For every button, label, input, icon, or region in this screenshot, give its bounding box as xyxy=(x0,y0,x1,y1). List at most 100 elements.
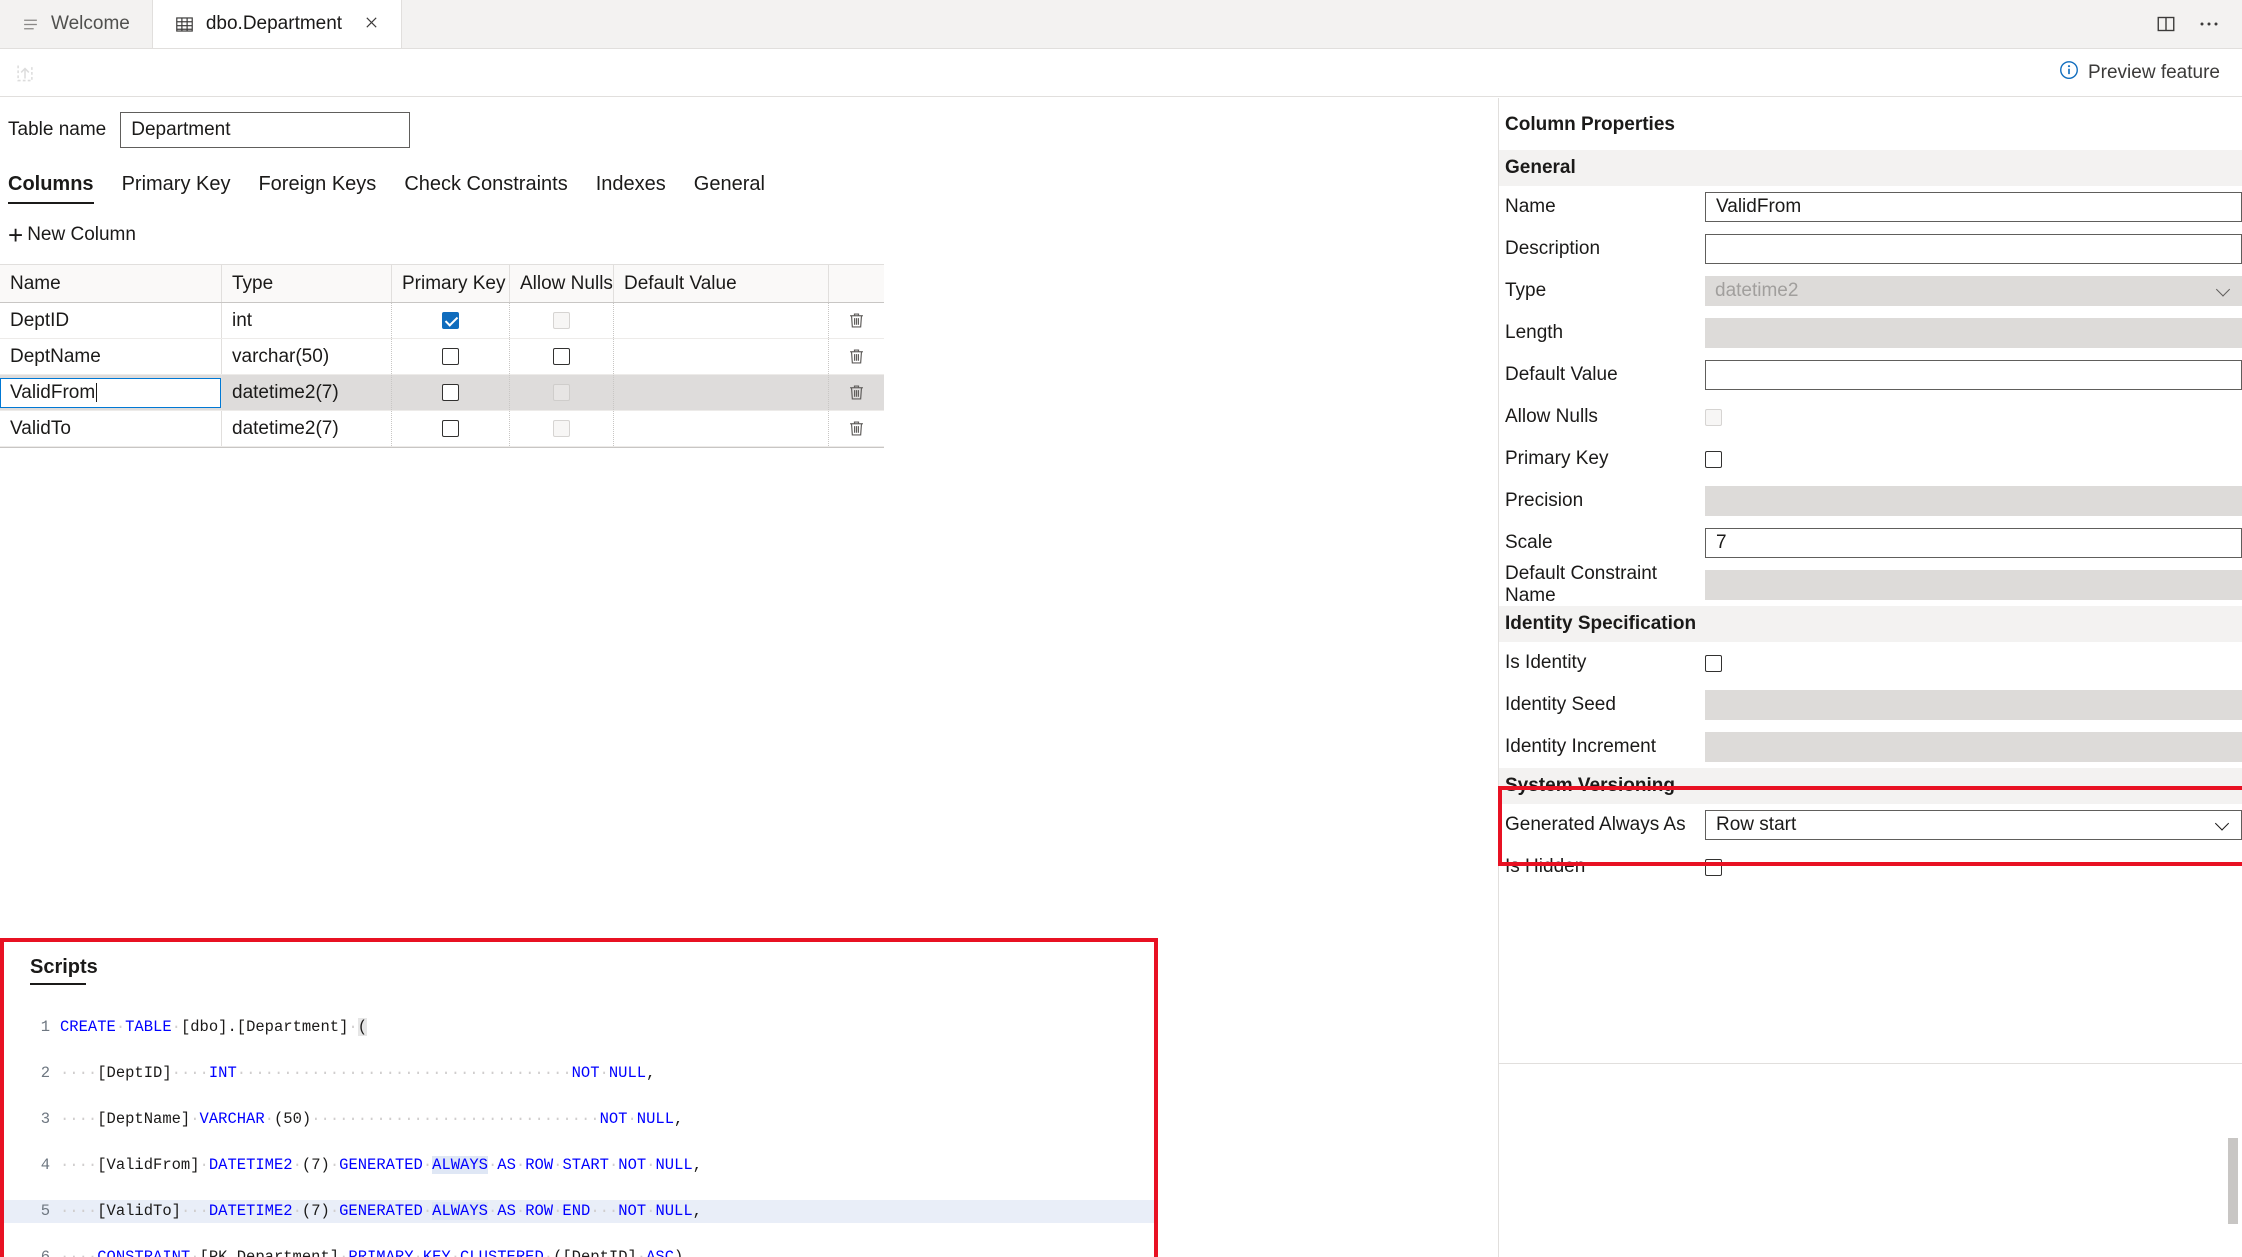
cell-column-type[interactable]: datetime2(7) xyxy=(222,375,392,410)
property-row-type: Type datetime2 xyxy=(1499,270,2242,312)
property-row-precision: Precision xyxy=(1499,480,2242,522)
primary-key-checkbox[interactable] xyxy=(1705,450,1722,468)
property-row-default-constraint-name: Default Constraint Name xyxy=(1499,563,2242,606)
property-row-name: Name ValidFrom xyxy=(1499,186,2242,228)
publish-changes-icon[interactable] xyxy=(14,62,36,84)
property-label: Identity Seed xyxy=(1505,694,1616,715)
column-name-editor[interactable]: ValidFrom xyxy=(0,377,221,408)
table-name-label: Table name xyxy=(8,119,107,140)
designer-toolbar: Preview feature xyxy=(0,49,2242,97)
column-header-default-value[interactable]: Default Value xyxy=(614,265,829,302)
property-row-is-identity: Is Identity xyxy=(1499,642,2242,684)
property-row-is-hidden: Is Hidden xyxy=(1499,846,2242,888)
cell-delete[interactable] xyxy=(829,411,884,446)
cell-column-type[interactable]: datetime2(7) xyxy=(222,411,392,446)
cell-column-name[interactable]: ValidTo xyxy=(0,411,222,446)
property-label: Length xyxy=(1505,322,1564,343)
tab-general[interactable]: General xyxy=(694,173,779,204)
property-row-scale: Scale 7 xyxy=(1499,522,2242,564)
property-label: Default Value xyxy=(1505,364,1618,385)
cell-default-value[interactable] xyxy=(614,375,829,410)
scripts-code[interactable]: 1 CREATE·TABLE·[dbo].[Department]·( 2 ····… xyxy=(4,985,1154,1257)
cell-delete[interactable] xyxy=(829,375,884,410)
line-number: 1 xyxy=(40,1018,50,1036)
tab-indexes[interactable]: Indexes xyxy=(596,173,680,204)
columns-grid-header: Name Type Primary Key Allow Nulls Defaul… xyxy=(0,265,884,303)
cell-allow-nulls[interactable] xyxy=(510,339,614,374)
primary-key-checkbox[interactable] xyxy=(442,384,459,401)
generated-always-as-select[interactable]: Row start xyxy=(1705,810,2242,840)
plus-icon: + xyxy=(8,220,24,250)
tab-check-constraints[interactable]: Check Constraints xyxy=(404,173,581,204)
tab-bar-spacer xyxy=(402,0,2156,48)
is-identity-checkbox[interactable] xyxy=(1705,654,1722,672)
split-editor-icon[interactable] xyxy=(2156,14,2176,34)
identity-increment-field xyxy=(1705,732,2242,762)
property-label: Identity Increment xyxy=(1505,736,1657,757)
cell-primary-key[interactable] xyxy=(392,375,510,410)
property-label: Type xyxy=(1505,280,1547,301)
primary-key-checkbox[interactable] xyxy=(442,312,459,329)
cell-column-name[interactable]: DeptID xyxy=(0,303,222,338)
tab-label: General xyxy=(693,173,765,195)
cell-primary-key[interactable] xyxy=(392,303,510,338)
description-field[interactable] xyxy=(1705,234,2242,264)
primary-key-checkbox[interactable] xyxy=(442,420,459,437)
scale-field[interactable]: 7 xyxy=(1705,528,2242,558)
tab-welcome[interactable]: Welcome xyxy=(0,0,152,48)
designer-tab-strip: Columns Primary Key Foreign Keys Check C… xyxy=(0,164,1498,204)
new-column-button[interactable]: + New Column xyxy=(8,222,136,248)
trash-icon[interactable] xyxy=(847,419,866,438)
allow-nulls-checkbox[interactable] xyxy=(553,348,570,365)
table-row[interactable]: ValidTo datetime2(7) xyxy=(0,411,884,447)
primary-key-checkbox[interactable] xyxy=(442,348,459,365)
cell-column-type[interactable]: int xyxy=(222,303,392,338)
table-row-selected[interactable]: ValidFrom datetime2(7) xyxy=(0,375,884,411)
preview-feature-badge: Preview feature xyxy=(2059,60,2220,86)
properties-scrollbar[interactable] xyxy=(2226,1078,2240,1257)
cell-primary-key[interactable] xyxy=(392,339,510,374)
info-icon xyxy=(2059,60,2079,86)
cell-column-name[interactable]: ValidFrom xyxy=(0,375,222,410)
scrollbar-thumb[interactable] xyxy=(2228,1138,2238,1224)
table-row[interactable]: DeptID int xyxy=(0,303,884,339)
property-label: Name xyxy=(1505,196,1556,217)
cell-default-value[interactable] xyxy=(614,303,829,338)
cell-column-type[interactable]: varchar(50) xyxy=(222,339,392,374)
close-icon[interactable] xyxy=(364,14,379,34)
length-field xyxy=(1705,318,2242,348)
trash-icon[interactable] xyxy=(847,347,866,366)
default-value-field[interactable] xyxy=(1705,360,2242,390)
column-header-type[interactable]: Type xyxy=(222,265,392,302)
table-row[interactable]: DeptName varchar(50) xyxy=(0,339,884,375)
cell-column-name[interactable]: DeptName xyxy=(0,339,222,374)
table-name-input[interactable] xyxy=(120,112,411,148)
is-hidden-checkbox[interactable] xyxy=(1705,858,1722,876)
trash-icon[interactable] xyxy=(847,311,866,330)
trash-icon[interactable] xyxy=(847,383,866,402)
property-row-identity-increment: Identity Increment xyxy=(1499,726,2242,768)
more-actions-icon[interactable] xyxy=(2198,14,2220,34)
precision-field xyxy=(1705,486,2242,516)
cell-default-value[interactable] xyxy=(614,411,829,446)
tab-label: Foreign Keys xyxy=(258,173,377,195)
column-header-allow-nulls[interactable]: Allow Nulls xyxy=(510,265,614,302)
property-row-allow-nulls: Allow Nulls xyxy=(1499,396,2242,438)
cell-primary-key[interactable] xyxy=(392,411,510,446)
code-line: 6 ····CONSTRAINT·[PK_Department]·PRIMARY·… xyxy=(4,1246,1154,1257)
column-name-field[interactable]: ValidFrom xyxy=(1705,192,2242,222)
cell-delete[interactable] xyxy=(829,339,884,374)
tab-primary-key[interactable]: Primary Key xyxy=(122,173,245,204)
default-constraint-name-field xyxy=(1705,570,2242,600)
tab-foreign-keys[interactable]: Foreign Keys xyxy=(258,173,390,204)
cell-delete[interactable] xyxy=(829,303,884,338)
column-header-primary-key[interactable]: Primary Key xyxy=(392,265,510,302)
cell-default-value[interactable] xyxy=(614,339,829,374)
table-icon xyxy=(175,15,194,34)
tab-label: Welcome xyxy=(51,13,130,34)
tab-columns[interactable]: Columns xyxy=(8,173,108,204)
property-label: Is Identity xyxy=(1505,652,1587,673)
tab-dbo-department[interactable]: dbo.Department xyxy=(151,0,403,48)
allow-nulls-checkbox xyxy=(1705,408,1722,426)
column-header-name[interactable]: Name xyxy=(0,265,222,302)
